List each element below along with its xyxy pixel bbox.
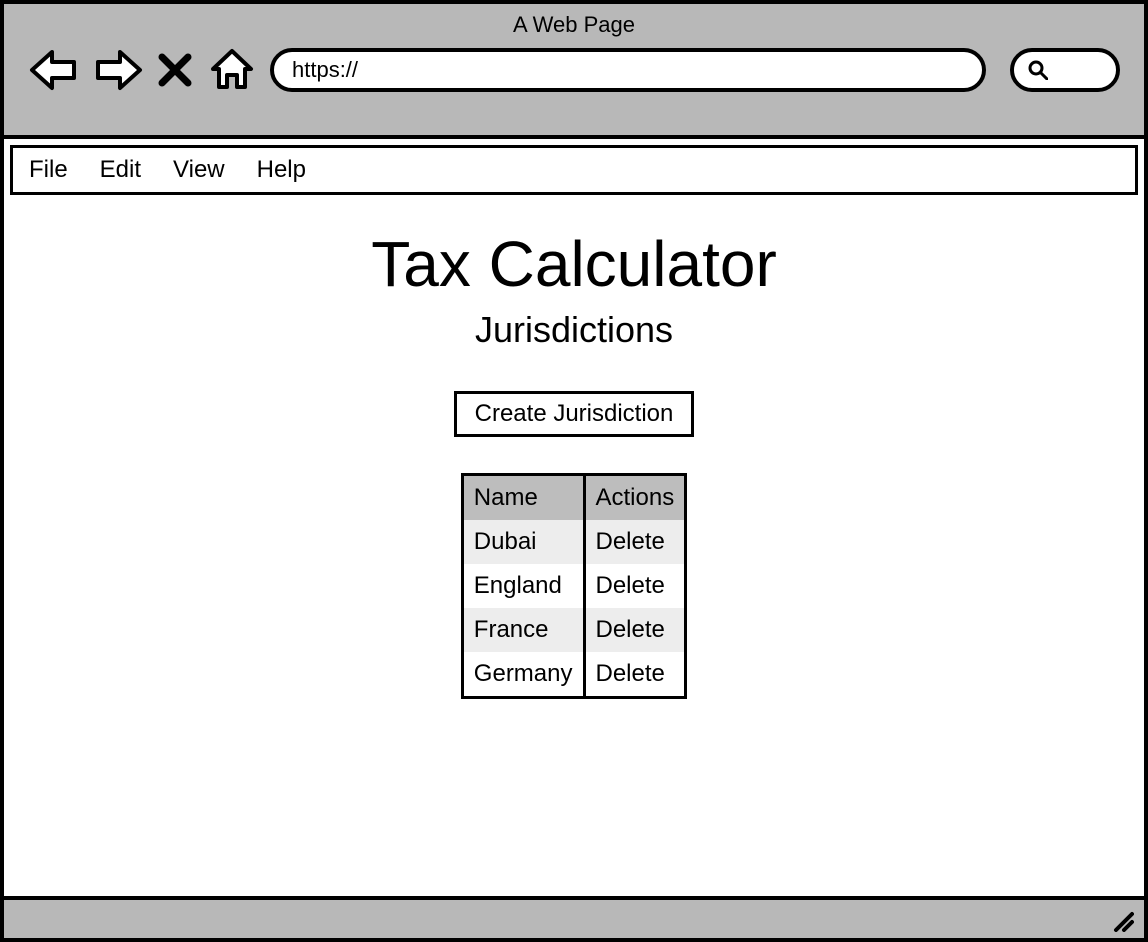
menu-view[interactable]: View [173, 156, 225, 184]
browser-window: A Web Page [0, 0, 1148, 942]
back-arrow-icon[interactable] [28, 44, 80, 96]
page-title: Tax Calculator [4, 227, 1144, 301]
create-jurisdiction-button[interactable]: Create Jurisdiction [454, 391, 695, 437]
page-subtitle: Jurisdictions [4, 309, 1144, 351]
menu-help[interactable]: Help [257, 156, 306, 184]
search-icon [1028, 60, 1048, 80]
jurisdictions-table: Name Actions Dubai Delete England Delete… [461, 473, 687, 699]
cell-name: England [462, 564, 584, 608]
create-button-wrap: Create Jurisdiction [454, 391, 695, 437]
cell-name: Dubai [462, 520, 584, 564]
cell-name: Germany [462, 652, 584, 698]
search-pill[interactable] [1010, 48, 1120, 92]
status-bar [4, 896, 1144, 938]
home-icon[interactable] [206, 44, 258, 96]
table-header-row: Name Actions [462, 475, 685, 521]
col-header-actions: Actions [584, 475, 686, 521]
delete-link[interactable]: Delete [584, 652, 686, 698]
stop-x-icon[interactable] [156, 44, 194, 96]
resize-grip-icon[interactable] [1110, 908, 1134, 932]
menu-file[interactable]: File [29, 156, 68, 184]
cell-name: France [462, 608, 584, 652]
browser-title: A Web Page [4, 4, 1144, 38]
table-row: Germany Delete [462, 652, 685, 698]
url-text: https:// [292, 57, 358, 83]
table-row: England Delete [462, 564, 685, 608]
delete-link[interactable]: Delete [584, 608, 686, 652]
delete-link[interactable]: Delete [584, 564, 686, 608]
col-header-name: Name [462, 475, 584, 521]
browser-toolbar: https:// [4, 38, 1144, 96]
table-row: Dubai Delete [462, 520, 685, 564]
content-area: Tax Calculator Jurisdictions Create Juri… [4, 195, 1144, 699]
table-row: France Delete [462, 608, 685, 652]
delete-link[interactable]: Delete [584, 520, 686, 564]
menu-edit[interactable]: Edit [100, 156, 141, 184]
menubar: File Edit View Help [10, 145, 1138, 195]
forward-arrow-icon[interactable] [92, 44, 144, 96]
browser-chrome: A Web Page [4, 4, 1144, 139]
url-bar[interactable]: https:// [270, 48, 986, 92]
